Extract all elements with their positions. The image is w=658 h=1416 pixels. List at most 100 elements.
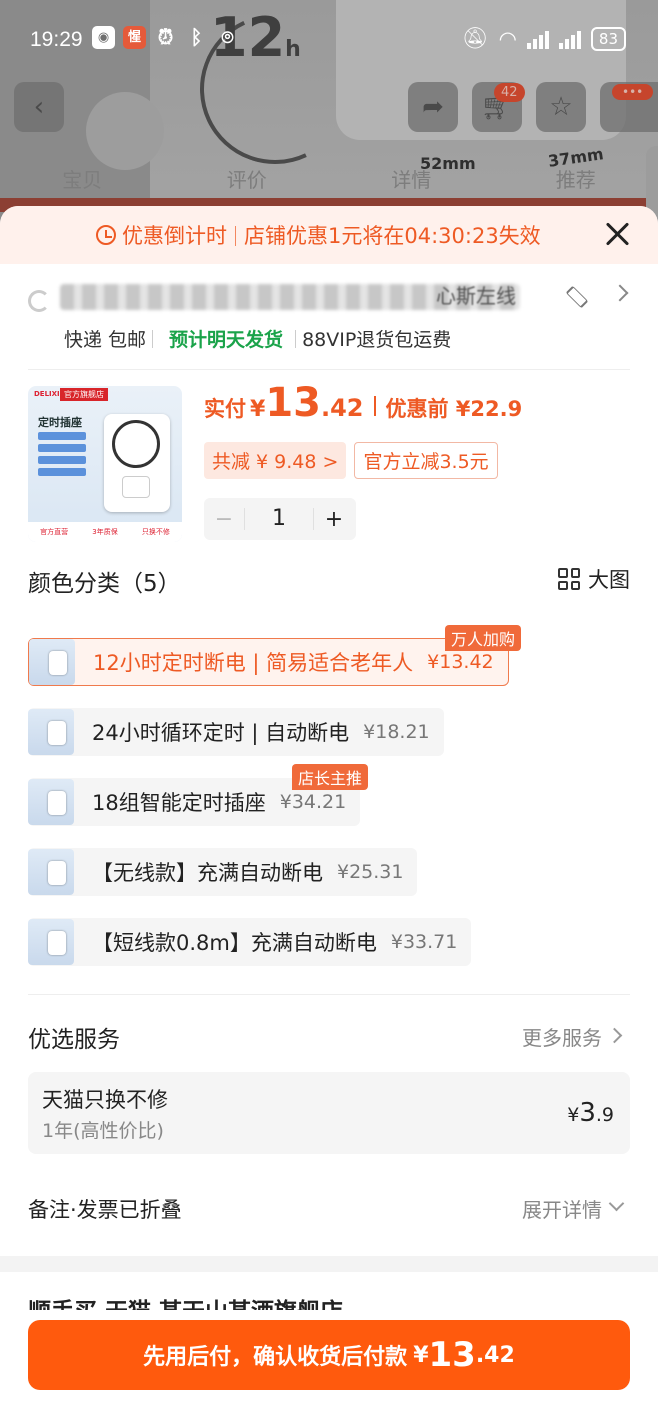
services-header: 优选服务 更多服务 [28, 1018, 630, 1058]
alarm-icon: ⏰︎ [157, 25, 174, 49]
status-system-icons: 🔕︎ ◠ 83 [462, 26, 626, 51]
big-image-toggle[interactable]: 大图 [558, 564, 630, 594]
product-summary: DELIXI 官方旗舰店 定时插座 官方直营 3年质保 只换不修 实付 ¥13.4… [28, 370, 630, 560]
product-image-footer: 官方直营 3年质保 只换不修 [28, 522, 182, 542]
option-name: 18组智能定时插座 [92, 791, 266, 815]
note-invoice-label: 备注·发票已折叠 [28, 1198, 182, 1222]
chevron-right-icon [606, 1027, 623, 1044]
pay-later-confirm-button[interactable]: 先用后付，确认收货后付款 ¥13.42 [28, 1320, 630, 1390]
service-price-dec: .9 [595, 1104, 614, 1126]
more-services-link[interactable]: 更多服务 [522, 1022, 602, 1051]
option-thumbnail [29, 639, 75, 685]
option-price: ¥33.71 [390, 931, 458, 953]
shopping-app-notification-icon: 惺 [123, 26, 146, 49]
address-tail: 心斯左线 [436, 284, 516, 308]
services-title: 优选服务 [28, 1027, 120, 1053]
clock-icon [96, 225, 116, 245]
paid-price-line: 实付 ¥13.42 优惠前 ¥22.9 [204, 380, 522, 426]
service-price-int: 3 [579, 1098, 596, 1128]
address-section[interactable]: 心斯左线 快递 包邮 预计明天发货 88VIP退货包运费 [28, 264, 630, 370]
countdown-message: 店铺优惠1元将在04:30:23失效 [244, 224, 541, 248]
grid-icon [558, 568, 580, 590]
order-confirm-sheet: 优惠倒计时 店铺优惠1元将在04:30:23失效 心斯左线 快递 包邮 预计明天发货… [0, 206, 658, 1416]
bluetooth-icon: ᛒ [190, 25, 203, 49]
status-bar: 19:29 ◉ 惺 ⏰︎ ᛒ ⌾ 🔕︎ ◠ 83 [0, 0, 658, 80]
decrease-button[interactable]: − [204, 507, 244, 532]
paid-price-dec: .42 [320, 394, 364, 422]
star-icon: ☆ [536, 82, 586, 132]
service-name: 天猫只换不修 [42, 1088, 168, 1112]
wifi-icon: ◠ [498, 26, 517, 51]
vip-return-text: 88VIP退货包运费 [302, 329, 452, 351]
cta-price-int: 13 [428, 1335, 476, 1375]
option-thumbnail [28, 779, 74, 825]
option-name: 【短线款0.8m】充满自动断电 [92, 931, 377, 955]
status-time: 19:29 [30, 28, 83, 51]
quantity-input[interactable]: 1 [244, 508, 314, 530]
product-image-title: 定时插座 [38, 416, 82, 429]
big-image-label: 大图 [588, 568, 630, 592]
section-divider [28, 994, 630, 995]
increase-button[interactable]: + [314, 507, 354, 532]
option-name: 24小时循环定时 | 自动断电 [92, 721, 350, 745]
paid-currency: ¥ [250, 397, 266, 422]
option-thumbnail [28, 849, 74, 895]
shipping-info: 快递 包邮 预计明天发货 88VIP退货包运费 [64, 325, 451, 352]
more-badge: ••• [612, 84, 654, 100]
total-saving-chip[interactable]: 共减 ¥ 9.48 > [204, 442, 347, 479]
option-price: ¥25.31 [337, 861, 404, 883]
product-image-footer-item: 只换不修 [141, 528, 170, 536]
product-image[interactable]: DELIXI 官方旗舰店 定时插座 官方直营 3年质保 只换不修 [28, 386, 182, 542]
option-name: 【无线款】充满自动断电 [92, 861, 323, 885]
price-before-discount: 优惠前 ¥22.9 [385, 397, 523, 421]
discount-chips: 共减 ¥ 9.48 > 官方立减3.5元 [204, 442, 498, 479]
color-option[interactable]: 【短线款0.8m】充满自动断电 ¥33.71 [28, 918, 472, 966]
service-price-currency: ¥ [567, 1104, 580, 1126]
service-price: ¥3.9 [567, 1098, 614, 1128]
quantity-stepper: − 1 + [204, 498, 356, 540]
back-arrow-icon: ‹ [14, 82, 64, 132]
color-option[interactable]: 【无线款】充满自动断电 ¥25.31 [28, 848, 418, 896]
note-invoice-row[interactable]: 备注·发票已折叠 展开详情 [28, 1192, 630, 1226]
product-image-dial [112, 420, 160, 468]
expand-details-link[interactable]: 展开详情 [522, 1194, 602, 1223]
cta-currency: ¥ [413, 1342, 429, 1368]
close-icon[interactable] [602, 219, 632, 249]
service-subtitle: 1年(高性价比) [42, 1120, 164, 1142]
location-icon: ⌾ [221, 25, 234, 49]
service-card[interactable]: 天猫只换不修 1年(高性价比) ¥3.9 [28, 1072, 630, 1154]
product-image-outlet [122, 476, 150, 498]
option-name: 12小时定时断电 | 简易适合老年人 [93, 651, 414, 675]
signal-icon [526, 29, 549, 49]
edit-pencil-icon[interactable] [565, 285, 589, 309]
color-option[interactable]: 24小时循环定时 | 自动断电 ¥18.21 [28, 708, 444, 756]
option-tag: 店长主推 [292, 764, 369, 790]
paid-label: 实付 [204, 397, 246, 421]
product-image-footer-item: 3年质保 [92, 528, 118, 536]
official-cut-chip: 官方立减3.5元 [354, 442, 498, 479]
share-icon: ➦ [408, 82, 458, 132]
chevron-right-icon[interactable] [611, 284, 629, 302]
countdown-text: 优惠倒计时 店铺优惠1元将在04:30:23失效 [122, 220, 541, 250]
status-app-icons: ◉ 惺 ⏰︎ ᛒ ⌾ [92, 26, 239, 49]
color-section-title: 颜色分类（5） [28, 571, 181, 597]
product-image-features [38, 432, 86, 480]
battery-icon: 83 [590, 26, 626, 51]
product-image-footer-item: 官方直营 [40, 528, 69, 536]
color-section-header: 颜色分类（5） 大图 [28, 560, 630, 616]
option-price: ¥13.42 [427, 651, 494, 673]
chevron-down-icon [608, 1195, 625, 1212]
app-notification-icon: ◉ [92, 26, 115, 49]
next-store-title: 顺手买 天猫 某天山某酒旗舰店 [28, 1292, 343, 1310]
option-thumbnail [28, 709, 74, 755]
paid-price-int: 13 [265, 380, 321, 426]
cart-count-badge: 42 [494, 83, 525, 102]
signal-icon [558, 29, 581, 49]
cta-price-dec: .42 [475, 1342, 515, 1368]
color-option[interactable]: 18组智能定时插座 ¥34.21 店长主推 [28, 764, 369, 826]
color-option[interactable]: 12小时定时断电 | 简易适合老年人 ¥13.42 万人加购 [28, 625, 522, 686]
option-tag: 万人加购 [445, 625, 522, 651]
cta-text: 先用后付，确认收货后付款 [143, 1345, 408, 1370]
discount-countdown-bar: 优惠倒计时 店铺优惠1元将在04:30:23失效 [0, 206, 658, 264]
product-image-brand: DELIXI [34, 390, 60, 398]
